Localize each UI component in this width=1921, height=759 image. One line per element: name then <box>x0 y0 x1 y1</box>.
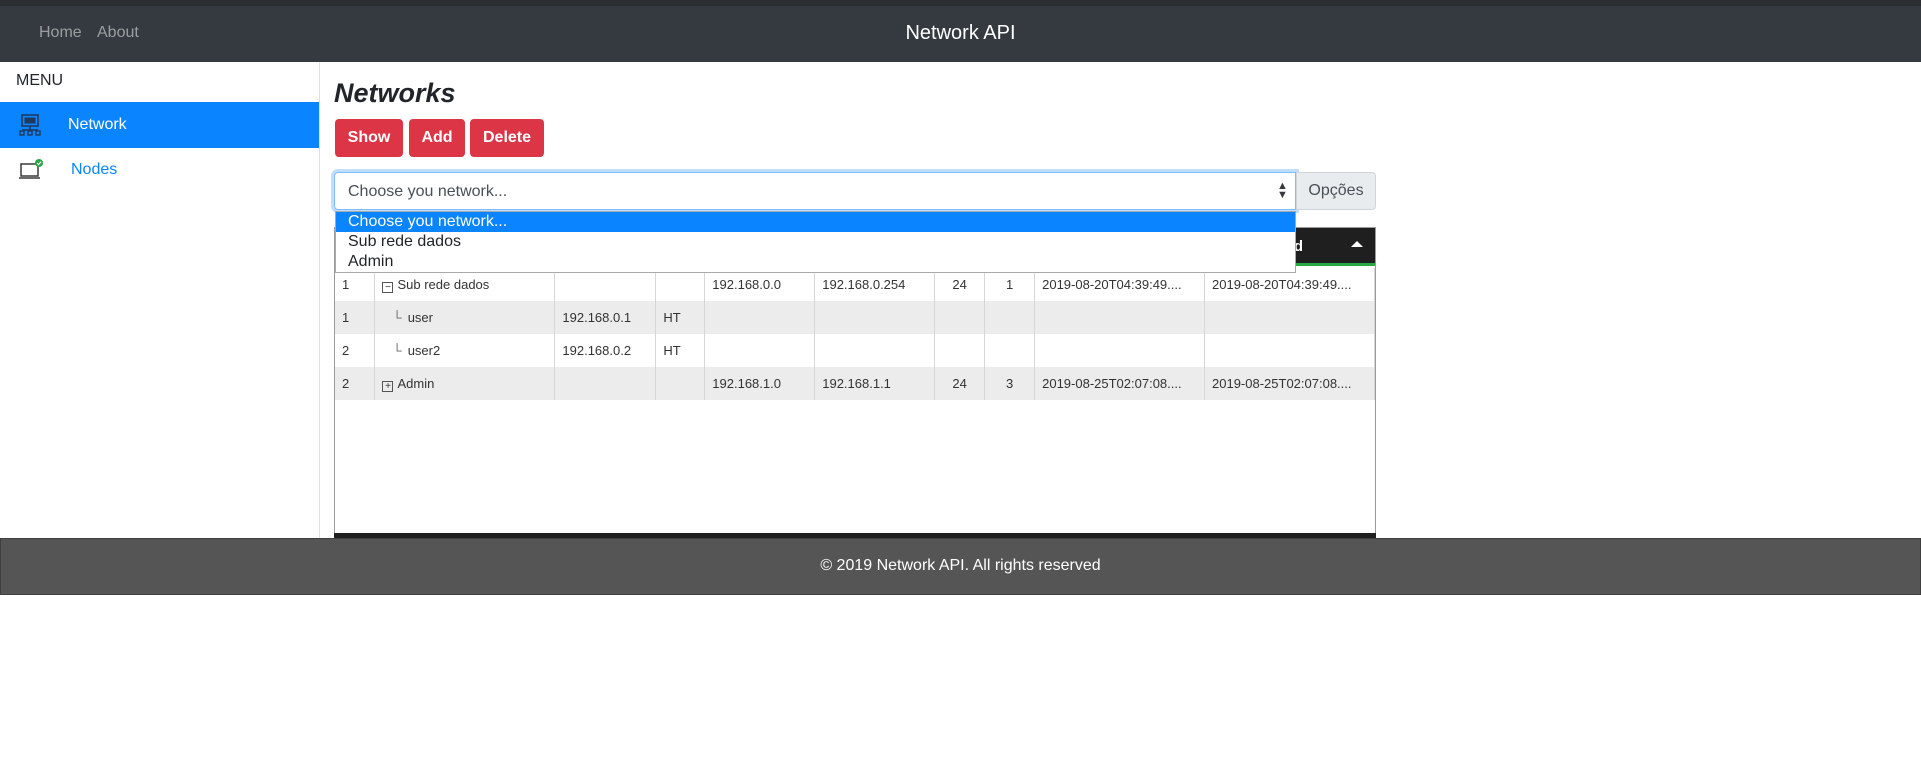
sidebar: MENU Network Nodes <box>0 62 320 538</box>
cell-name: + Admin <box>374 367 556 400</box>
table-row[interactable]: 2 └ user2 192.168.0.2 HT <box>335 334 1375 367</box>
cell-count <box>984 334 1036 367</box>
collapse-icon[interactable]: − <box>382 281 394 293</box>
row-name: user2 <box>407 343 441 358</box>
footer: © 2019 Network API. All rights reserved <box>0 538 1921 595</box>
cell-network <box>704 301 816 334</box>
dropdown-option[interactable]: Admin <box>336 252 1295 272</box>
network-select[interactable]: Choose you network... ▲ ▼ <box>334 172 1296 210</box>
cell-mask: 24 <box>934 367 986 400</box>
footer-copyright: © 2019 Network API. All rights reserved <box>820 557 1101 574</box>
menu-title: MENU <box>16 72 64 89</box>
dropdown-option[interactable]: Sub rede dados <box>336 232 1295 252</box>
cell-updated <box>1204 334 1375 367</box>
cell-name: └ user2 <box>374 334 556 367</box>
sort-asc-icon[interactable] <box>1351 241 1363 247</box>
cell-type: HT <box>655 334 706 367</box>
delete-button[interactable]: Delete <box>470 119 544 157</box>
laptop-check-icon <box>18 158 44 182</box>
cell-count: 3 <box>984 367 1036 400</box>
cell-ip: 192.168.0.1 <box>554 301 657 334</box>
cell-ip: 192.168.0.2 <box>554 334 657 367</box>
cell-created: 2019-08-25T02:07:08.... <box>1034 367 1206 400</box>
tree-branch-icon: └ <box>392 310 402 325</box>
cell-updated <box>1204 301 1375 334</box>
options-button[interactable]: Opções <box>1296 172 1376 210</box>
cell-mask <box>934 334 986 367</box>
cell-type <box>655 367 706 400</box>
cell-created <box>1034 334 1206 367</box>
networks-table: d 1 − Sub rede dados 192.168.0.0 192.168.… <box>334 227 1376 538</box>
table-row[interactable]: 2 + Admin 192.168.1.0 192.168.1.1 24 3 20… <box>335 367 1375 400</box>
app-brand: Network API <box>905 22 1016 44</box>
row-name: user <box>407 310 433 325</box>
cell-created <box>1034 301 1206 334</box>
cell-gateway: 192.168.1.1 <box>814 367 936 400</box>
cell-type: HT <box>655 301 706 334</box>
page-title: Networks <box>334 78 456 108</box>
table-row[interactable]: 1 └ user 192.168.0.1 HT <box>335 301 1375 334</box>
cell-network <box>704 334 816 367</box>
navbar: Home About Network API <box>0 6 1921 62</box>
cell-mask <box>934 301 986 334</box>
cell-id: 2 <box>335 334 376 367</box>
network-select-value: Choose you network... <box>348 183 508 200</box>
cell-network: 192.168.1.0 <box>704 367 816 400</box>
sidebar-item-network[interactable]: Network <box>0 102 319 148</box>
cell-id: 1 <box>335 301 376 334</box>
monitor-network-icon <box>18 113 44 137</box>
table-grid: 1 − Sub rede dados 192.168.0.0 192.168.0.… <box>335 268 1375 400</box>
cell-gateway <box>814 334 936 367</box>
cell-count <box>984 301 1036 334</box>
sidebar-item-nodes[interactable]: Nodes <box>0 147 319 193</box>
cell-name: └ user <box>374 301 556 334</box>
cell-ip <box>554 367 657 400</box>
add-button[interactable]: Add <box>409 119 465 157</box>
cell-id: 2 <box>335 367 376 400</box>
cell-gateway <box>814 301 936 334</box>
select-arrows-icon: ▲ ▼ <box>1277 180 1288 201</box>
dropdown-option[interactable]: Choose you network... <box>336 212 1295 232</box>
network-select-dropdown: Choose you network... Sub rede dados Adm… <box>335 211 1296 273</box>
expand-icon[interactable]: + <box>382 380 394 392</box>
tree-branch-icon: └ <box>392 343 402 358</box>
row-name: Admin <box>397 375 435 391</box>
show-button[interactable]: Show <box>335 119 403 157</box>
sidebar-item-label: Network <box>68 116 127 133</box>
row-name: Sub rede dados <box>397 276 490 292</box>
cell-updated: 2019-08-25T02:07:08.... <box>1204 367 1375 400</box>
sidebar-item-label: Nodes <box>71 161 118 178</box>
